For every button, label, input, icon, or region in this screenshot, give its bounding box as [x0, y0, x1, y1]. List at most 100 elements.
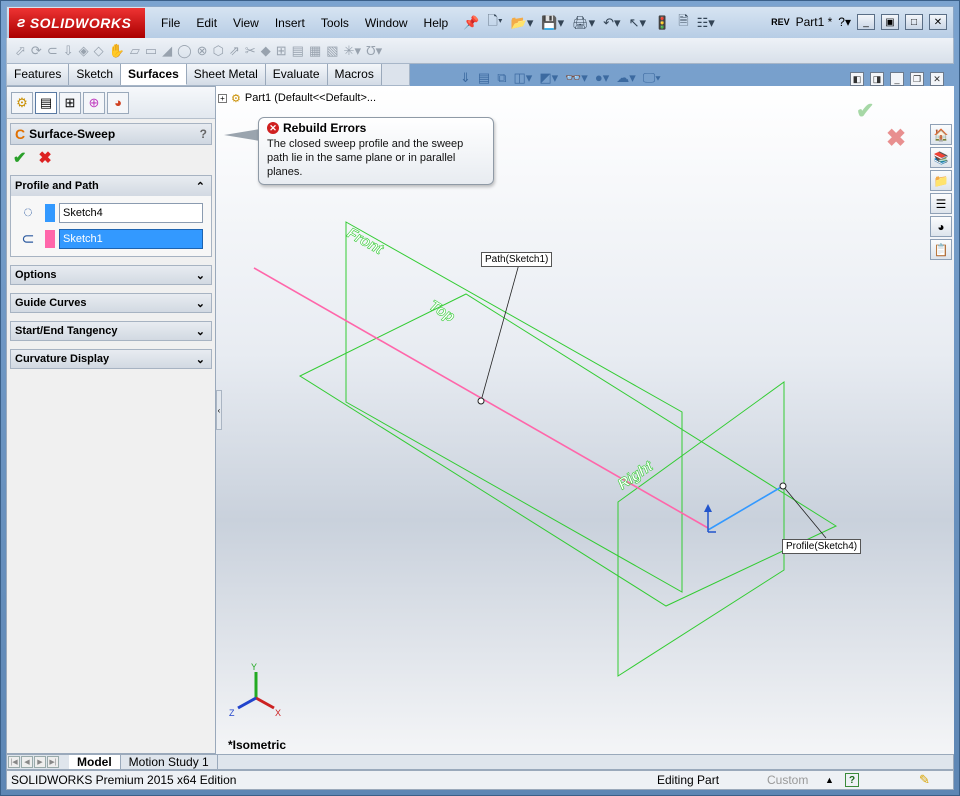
menu-view[interactable]: View [225, 8, 267, 38]
freeform-icon[interactable]: ✋ [109, 43, 125, 59]
view-settings-icon[interactable]: 🖵▾ [643, 70, 661, 86]
solidworks-resources-icon[interactable]: 🏠 [930, 124, 952, 145]
right-plane[interactable] [617, 381, 785, 677]
menu-window[interactable]: Window [357, 8, 416, 38]
panel-splitter-handle[interactable]: ‹ [216, 390, 222, 430]
tab-model[interactable]: Model [69, 755, 121, 769]
profile-selection-box[interactable]: Sketch4 [59, 203, 203, 223]
surface-flatten-icon[interactable]: ◯ [177, 43, 192, 59]
new-document-icon[interactable]: 🗋▾ [484, 12, 505, 34]
menu-edit[interactable]: Edit [188, 8, 225, 38]
menu-file[interactable]: File [153, 8, 188, 38]
expand-chevron-icon[interactable]: ⌄ [196, 353, 205, 366]
tab-evaluate[interactable]: Evaluate [265, 64, 328, 85]
viewport-close-icon[interactable]: ✕ [930, 72, 944, 86]
quick-tips-icon[interactable]: ? [845, 773, 859, 787]
path-handle[interactable] [477, 397, 485, 405]
start-end-tangency-group[interactable]: Start/End Tangency ⌄ [10, 321, 212, 341]
property-manager-tab-icon[interactable]: ▤ [35, 91, 57, 114]
options-group[interactable]: Options ⌄ [10, 265, 212, 285]
first-tab-icon[interactable]: |◀ [8, 756, 20, 768]
options-icon[interactable]: ☷▾ [694, 15, 718, 31]
edit-appearance-icon[interactable]: ●▾ [595, 70, 609, 86]
rev-label[interactable]: REV [771, 17, 790, 27]
pm-help-button[interactable]: ? [200, 127, 207, 141]
file-properties-icon[interactable]: 🗎 [675, 12, 691, 34]
swept-surface-icon[interactable]: ⊂ [47, 43, 58, 59]
boundary-surface-icon[interactable]: ◈ [79, 43, 89, 59]
units-caret-icon[interactable]: ▲ [825, 775, 834, 785]
next-tab-icon[interactable]: ▶ [34, 756, 46, 768]
path-selection-box[interactable]: Sketch1 [59, 229, 203, 249]
extend-surface-icon[interactable]: ⇗ [229, 43, 240, 59]
offset-surface-icon[interactable]: ▭ [145, 43, 157, 59]
undo-icon[interactable]: ↶▾ [600, 15, 623, 31]
solidworks-logo[interactable]: ƨ SOLIDWORKS [9, 7, 145, 38]
curves-icon[interactable]: Ʊ▾ [366, 43, 382, 59]
extruded-surface-icon[interactable]: ⬀ [15, 43, 26, 59]
close-icon[interactable]: ✕ [929, 14, 947, 30]
custom-properties-icon[interactable]: 📋 [930, 239, 952, 260]
filled-surface-icon[interactable]: ◇ [94, 43, 104, 59]
menu-insert[interactable]: Insert [267, 8, 313, 38]
open-icon[interactable]: 📂▾ [508, 15, 537, 31]
units-label[interactable]: Custom [767, 773, 808, 787]
minimize-icon[interactable]: _ [857, 14, 875, 30]
display-style-icon[interactable]: ◩▾ [539, 70, 558, 86]
tab-surfaces[interactable]: Surfaces [121, 64, 187, 85]
replace-face-icon[interactable]: ⬡ [213, 43, 224, 59]
delete-face-icon[interactable]: ⊗ [197, 43, 208, 59]
dimxpert-manager-tab-icon[interactable]: ⊕ [83, 91, 105, 114]
tab-motion-study[interactable]: Motion Study 1 [121, 755, 218, 769]
viewport-split-icon[interactable]: ◧ [850, 72, 864, 86]
viewport-restore-icon[interactable]: ❐ [910, 72, 924, 86]
profile-callout-label[interactable]: Profile(Sketch4) [782, 539, 862, 554]
help-question-icon[interactable]: ?▾ [838, 15, 851, 29]
rebuild-icon[interactable]: 🚦 [651, 15, 673, 31]
tip-pencil-icon[interactable]: ✎ [919, 772, 930, 788]
appearances-icon[interactable]: ◕ [930, 216, 952, 237]
lofted-surface-icon[interactable]: ⇩ [63, 43, 74, 59]
profile-sketch-line[interactable] [707, 485, 784, 531]
revolved-surface-icon[interactable]: ⟳ [31, 43, 42, 59]
cancel-x-icon[interactable]: ✖ [38, 148, 51, 168]
menu-tools[interactable]: Tools [313, 8, 357, 38]
viewport-tile-icon[interactable]: ◨ [870, 72, 884, 86]
select-icon[interactable]: ↖▾ [626, 15, 649, 31]
tab-macros[interactable]: Macros [327, 64, 382, 85]
expand-chevron-icon[interactable]: ⌄ [196, 297, 205, 310]
zoom-area-icon[interactable]: ▤ [478, 70, 490, 86]
pin-icon[interactable]: 📌 [460, 15, 482, 31]
thicken-icon[interactable]: ▤ [292, 43, 304, 59]
curvature-display-group[interactable]: Curvature Display ⌄ [10, 349, 212, 369]
expand-chevron-icon[interactable]: ⌄ [196, 269, 205, 282]
view-palette-icon[interactable]: ☰ [930, 193, 952, 214]
untrim-surface-icon[interactable]: ◆ [261, 43, 271, 59]
zoom-to-fit-icon[interactable]: ⇓ [460, 70, 471, 86]
prev-tab-icon[interactable]: ◀ [21, 756, 33, 768]
knit-surface-icon[interactable]: ⊞ [276, 43, 287, 59]
profile-path-header[interactable]: Profile and Path ⌃ [11, 176, 211, 196]
ok-check-icon[interactable]: ✔ [13, 148, 26, 168]
trim-surface-icon[interactable]: ✂ [245, 43, 256, 59]
feature-manager-tab-icon[interactable]: ⚙ [11, 91, 33, 114]
maximize-icon[interactable]: □ [905, 14, 923, 30]
guide-curves-group[interactable]: Guide Curves ⌄ [10, 293, 212, 313]
thickened-cut-icon[interactable]: ▦ [309, 43, 321, 59]
display-manager-tab-icon[interactable]: ◕ [107, 91, 129, 114]
ruled-surface-icon[interactable]: ◢ [162, 43, 172, 59]
menu-help[interactable]: Help [416, 8, 457, 38]
collapse-chevron-icon[interactable]: ⌃ [196, 180, 205, 193]
confirm-ok-icon[interactable]: ✔ [856, 98, 874, 124]
tab-sheet-metal[interactable]: Sheet Metal [186, 64, 266, 85]
cut-with-surface-icon[interactable]: ▧ [326, 43, 338, 59]
path-callout-label[interactable]: Path(Sketch1) [481, 252, 553, 267]
print-icon[interactable]: 🖨▾ [569, 15, 598, 31]
tab-sketch[interactable]: Sketch [69, 64, 122, 85]
view-orientation-icon[interactable]: ◫▾ [514, 70, 533, 86]
save-icon[interactable]: 💾▾ [538, 15, 567, 31]
front-plane[interactable] [345, 221, 683, 593]
file-explorer-icon[interactable]: 📁 [930, 170, 952, 191]
tab-features[interactable]: Features [7, 64, 70, 85]
expand-chevron-icon[interactable]: ⌄ [196, 325, 205, 338]
